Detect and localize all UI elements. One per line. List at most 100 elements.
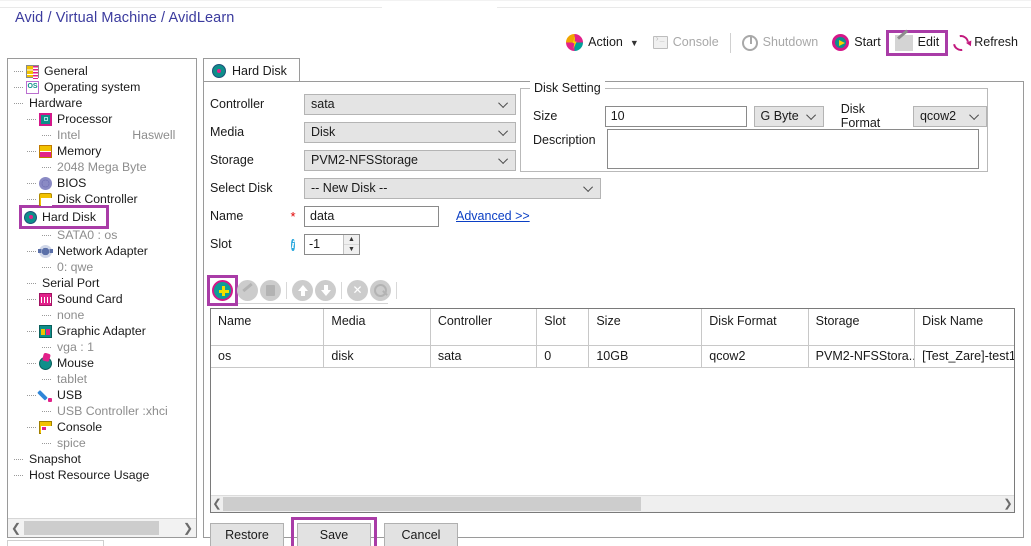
table-row[interactable]: os disk sata 0 10GB qcow2 PVM2-NFSStora.… — [211, 345, 1014, 368]
tree-item-serial-port[interactable]: Serial Port — [8, 275, 196, 291]
tree-connector — [42, 439, 54, 448]
storage-select[interactable]: PVM2-NFSStorage — [304, 149, 516, 171]
shutdown-button[interactable]: Shutdown — [735, 32, 826, 54]
size-unit-select[interactable]: G Byte — [753, 105, 824, 127]
controller-select[interactable]: sata — [304, 93, 516, 115]
slot-stepper[interactable]: -1 ▲ ▼ — [304, 233, 360, 255]
cancel-button[interactable]: Cancel — [384, 523, 458, 546]
tree-item-operating-system[interactable]: OS Operating system — [8, 79, 196, 95]
tree-item-label: Serial Port — [42, 276, 100, 290]
slot-increment-icon[interactable]: ▲ — [344, 235, 359, 245]
os-icon: OS — [26, 80, 39, 94]
column-header-storage[interactable]: Storage — [808, 309, 916, 346]
refresh-button[interactable]: Refresh — [946, 31, 1025, 54]
save-button-highlight[interactable]: Save — [291, 517, 377, 546]
disk-format-value: qcow2 — [919, 109, 957, 123]
tree-item-memory[interactable]: Memory — [8, 143, 196, 159]
size-input[interactable]: 10 — [604, 105, 747, 127]
name-input[interactable]: data — [304, 205, 439, 227]
tree-item-graphic-adapter[interactable]: Graphic Adapter — [8, 323, 196, 339]
column-header-disk-name[interactable]: Disk Name — [914, 309, 1014, 346]
add-disk-button-highlight[interactable] — [207, 274, 238, 306]
column-header-slot[interactable]: Slot — [536, 309, 590, 346]
tree-item-label: USB — [57, 388, 83, 402]
action-button[interactable]: Action ▼ — [559, 31, 646, 54]
tree-item-snapshot[interactable]: Snapshot — [8, 451, 196, 467]
column-header-media[interactable]: Media — [323, 309, 431, 346]
cell-disk-name: [Test_Zare]-test1 — [914, 345, 1014, 368]
disk-format-select[interactable]: qcow2 — [912, 105, 988, 127]
tree-item-memory-size[interactable]: 2048 Mega Byte — [8, 159, 196, 175]
tree-item-network-adapter[interactable]: Network Adapter — [8, 243, 196, 259]
tree-item-mouse[interactable]: Mouse — [8, 354, 196, 372]
tree-item-console[interactable]: Console — [8, 419, 196, 435]
column-header-disk-format[interactable]: Disk Format — [701, 309, 809, 346]
tree-item-nic0[interactable]: 0: qwe — [8, 259, 196, 275]
scroll-left-icon[interactable]: ❮ — [211, 496, 223, 512]
trash-icon[interactable] — [260, 279, 281, 301]
tree-item-hard-disk[interactable]: Hard Disk — [8, 205, 196, 229]
tree-item-label: Hardware — [29, 96, 83, 110]
column-header-controller[interactable]: Controller — [430, 309, 538, 346]
column-header-name[interactable]: Name — [211, 309, 325, 346]
breadcrumb[interactable]: Avid / Virtual Machine / AvidLearn — [15, 10, 234, 26]
slot-value: -1 — [309, 237, 321, 251]
tree-item-sound-card[interactable]: Sound Card — [8, 291, 196, 307]
tree-item-processor[interactable]: Processor — [8, 111, 196, 127]
tree-item-host-resource-usage[interactable]: Host Resource Usage — [8, 467, 196, 483]
tree-item-hard-disk-selection[interactable]: Hard Disk — [19, 205, 109, 229]
chevron-down-icon[interactable]: ▼ — [630, 38, 639, 48]
scroll-right-icon[interactable]: ❯ — [180, 522, 196, 534]
tree-item-intel[interactable]: Intel Haswell — [8, 127, 196, 143]
refresh-label: Refresh — [974, 35, 1018, 50]
edit-button[interactable]: Edit — [885, 29, 949, 56]
action-label: Action — [588, 35, 623, 50]
console-button[interactable]: Console — [646, 33, 726, 52]
tab-hard-disk[interactable]: Hard Disk — [203, 58, 300, 82]
start-button[interactable]: Start — [825, 31, 887, 54]
scroll-right-icon[interactable]: ❯ — [1002, 496, 1014, 512]
tree-connector — [14, 471, 26, 480]
scrollbar-thumb[interactable] — [223, 497, 641, 511]
chevron-down-icon — [498, 126, 509, 137]
tree-item-label: Console — [57, 420, 103, 434]
tree-item-general[interactable]: General — [8, 63, 196, 79]
tree-item-vga[interactable]: vga : 1 — [8, 339, 196, 355]
tree-item-label: 0: qwe — [57, 260, 94, 274]
tree-item-spice[interactable]: spice — [8, 435, 196, 451]
table-horizontal-scrollbar[interactable]: ❮ ❯ — [211, 495, 1014, 512]
add-icon[interactable] — [212, 279, 233, 301]
scroll-left-icon[interactable]: ❮ — [8, 522, 24, 534]
column-header-size[interactable]: Size — [588, 309, 703, 346]
tree-item-usb-controller[interactable]: USB Controller :xhci — [8, 403, 196, 419]
save-button[interactable]: Save — [297, 523, 371, 546]
tree-item-tablet[interactable]: tablet — [8, 371, 196, 387]
tree-item-bios[interactable]: BIOS — [8, 175, 196, 191]
tree-horizontal-scrollbar[interactable]: ❮ ❯ — [8, 518, 196, 537]
scrollbar-thumb[interactable] — [24, 521, 159, 535]
arrow-down-icon[interactable] — [315, 279, 336, 301]
tab-strip: Hard Disk — [203, 58, 1024, 82]
cell-storage: PVM2-NFSStora... — [808, 345, 916, 368]
select-disk-select[interactable]: -- New Disk -- — [304, 177, 601, 199]
edit-icon[interactable] — [237, 279, 258, 301]
tree-item-sata0[interactable]: SATA0 : os — [8, 227, 196, 243]
edit-label: Edit — [917, 35, 940, 50]
tree-item-disk-controller[interactable]: Disk Controller — [8, 191, 196, 207]
tree-item-hardware[interactable]: Hardware — [8, 95, 196, 111]
arrow-up-icon[interactable] — [292, 279, 313, 301]
tree-connector — [42, 375, 54, 384]
description-textarea[interactable] — [607, 129, 979, 169]
search-icon[interactable] — [370, 279, 391, 301]
slot-stepper-buttons[interactable]: ▲ ▼ — [343, 234, 359, 254]
info-icon[interactable]: i — [291, 238, 295, 251]
close-icon[interactable] — [347, 279, 368, 301]
media-select[interactable]: Disk — [304, 121, 516, 143]
restore-button[interactable]: Restore — [210, 523, 284, 546]
slot-decrement-icon[interactable]: ▼ — [344, 245, 359, 254]
shutdown-label: Shutdown — [762, 35, 819, 50]
tree-connector — [27, 327, 39, 336]
advanced-link[interactable]: Advanced >> — [456, 209, 530, 223]
tree-item-usb[interactable]: USB — [8, 387, 196, 403]
tree-item-sound-none[interactable]: none — [8, 307, 196, 323]
